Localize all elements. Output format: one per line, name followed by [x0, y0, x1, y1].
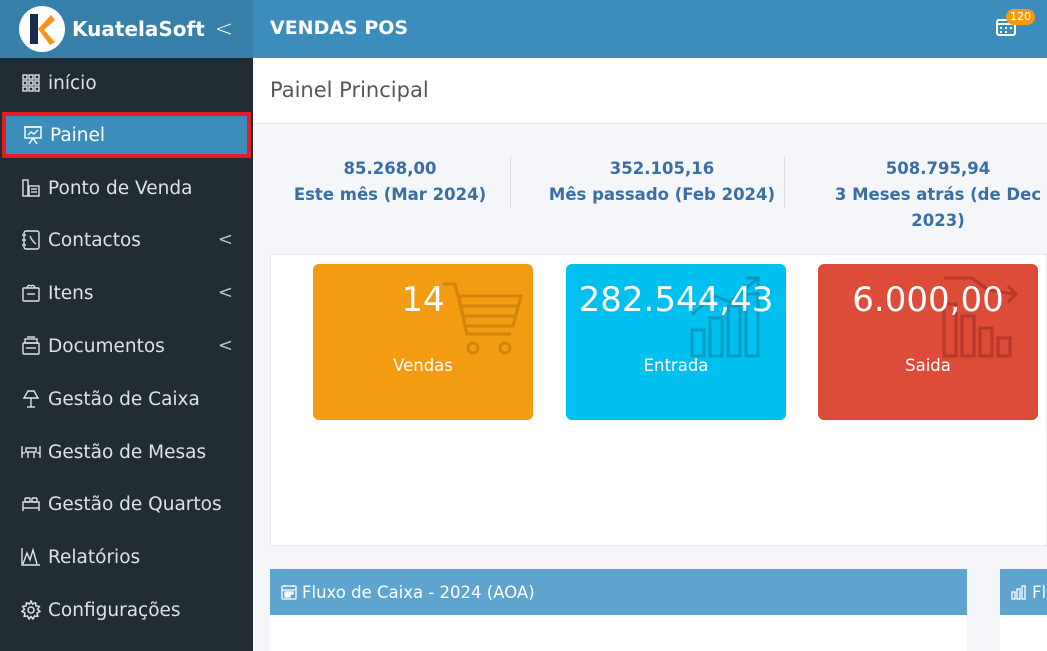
- logo-k-icon: [30, 14, 55, 45]
- content-header: Painel Principal: [253, 58, 1047, 124]
- second-box-header: Fl: [1000, 569, 1047, 615]
- stat-label: 2023): [911, 211, 965, 230]
- stat-label: Mês passado (Feb 2024): [548, 185, 776, 204]
- sidebar-toggle-chevron-icon[interactable]: <: [215, 17, 233, 42]
- sidebar: início Painel Ponto de Venda Contactos <…: [0, 58, 253, 651]
- presentation-icon: [22, 124, 44, 146]
- chart-icon: [20, 546, 42, 568]
- period-stats: 85.268,00 Este mês (Mar 2024) 352.105,16…: [270, 142, 1047, 252]
- stat-value: 352.105,16: [609, 159, 715, 178]
- stat-three-months: 508.795,94 3 Meses atrás (de Dec 2023): [804, 156, 1047, 234]
- sidebar-item-label: Relatórios: [48, 546, 141, 568]
- stat-label: 3 Meses atrás (de Dec: [834, 185, 1042, 204]
- stat-label: Este mês (Mar 2024): [293, 185, 487, 204]
- calendar-icon: [281, 585, 297, 600]
- sidebar-item-ponto-de-venda[interactable]: Ponto de Venda: [0, 165, 253, 211]
- tile-label: Entrada: [643, 356, 709, 375]
- page-title: Painel Principal: [270, 78, 429, 102]
- sidebar-item-label: Documentos: [48, 335, 165, 357]
- tile-value: 14: [401, 280, 445, 320]
- cash-flow-box-header: Fluxo de Caixa - 2024 (AOA): [270, 569, 967, 615]
- sidebar-item-label: Gestão de Quartos: [48, 493, 222, 515]
- tiles-panel: 14 Vendas 282.544,43 Entrada 6.000,00 Sa…: [270, 254, 1047, 546]
- sidebar-item-label: Painel: [50, 124, 106, 146]
- sidebar-item-itens[interactable]: Itens <: [0, 270, 253, 316]
- sidebar-item-label: Configurações: [48, 599, 181, 621]
- tile-saida[interactable]: 6.000,00 Saida: [818, 264, 1038, 420]
- sidebar-item-gestao-de-quartos[interactable]: Gestão de Quartos: [0, 481, 253, 527]
- main-content: Painel Principal 85.268,00 Este mês (Mar…: [253, 58, 1047, 651]
- tile-entrada[interactable]: 282.544,43 Entrada: [566, 264, 786, 420]
- tile-label: Saida: [905, 356, 951, 375]
- lamp-icon: [20, 388, 42, 410]
- brand[interactable]: KuatelaSoft <: [0, 0, 253, 58]
- tables-icon: [20, 441, 42, 463]
- sidebar-item-label: Contactos: [48, 229, 141, 251]
- sidebar-item-painel[interactable]: Painel: [2, 112, 251, 158]
- notification-badge: 120: [1006, 9, 1035, 25]
- sidebar-item-label: Ponto de Venda: [48, 177, 193, 199]
- sidebar-item-label: Gestão de Mesas: [48, 441, 207, 463]
- cash-flow-box-title: Fluxo de Caixa - 2024 (AOA): [302, 582, 535, 602]
- documents-icon: [20, 335, 42, 357]
- sidebar-item-documentos[interactable]: Documentos <: [0, 323, 253, 369]
- second-box-body: [1000, 615, 1047, 651]
- chevron-left-icon: <: [217, 229, 233, 250]
- logo: [19, 6, 65, 52]
- sidebar-item-contactos[interactable]: Contactos <: [0, 217, 253, 263]
- contact-book-icon: [20, 229, 42, 251]
- stat-last-month: 352.105,16 Mês passado (Feb 2024): [540, 156, 784, 208]
- sidebar-item-label: início: [48, 72, 97, 94]
- box-icon: [20, 282, 42, 304]
- second-box-title: Fl: [1032, 582, 1047, 602]
- sidebar-item-label: Gestão de Caixa: [48, 388, 200, 410]
- divider: [784, 156, 785, 208]
- stat-value: 85.268,00: [343, 159, 437, 178]
- sidebar-item-gestao-de-caixa[interactable]: Gestão de Caixa: [0, 376, 253, 422]
- sidebar-item-gestao-de-mesas[interactable]: Gestão de Mesas: [0, 429, 253, 475]
- bed-icon: [20, 493, 42, 515]
- tile-vendas[interactable]: 14 Vendas: [313, 264, 533, 420]
- top-header: KuatelaSoft < VENDAS POS 120: [0, 0, 1047, 58]
- sidebar-item-configuracoes[interactable]: Configurações: [0, 587, 253, 633]
- cash-flow-box-body: [270, 615, 967, 651]
- chevron-left-icon: <: [217, 335, 233, 356]
- stat-this-month: 85.268,00 Este mês (Mar 2024): [270, 156, 510, 208]
- gear-icon: [20, 599, 42, 621]
- sidebar-item-relatorios[interactable]: Relatórios: [0, 534, 253, 580]
- sidebar-item-label: Itens: [48, 282, 94, 304]
- chevron-left-icon: <: [217, 282, 233, 303]
- pos-terminal-icon: [20, 177, 42, 199]
- stat-value: 508.795,94: [885, 159, 991, 178]
- tile-value: 282.544,43: [578, 280, 774, 320]
- tile-value: 6.000,00: [852, 280, 1004, 320]
- tile-label: Vendas: [393, 356, 453, 375]
- sidebar-item-inicio[interactable]: início: [0, 60, 253, 106]
- divider: [510, 156, 511, 208]
- bar-chart-icon: [1011, 585, 1026, 600]
- app-title: VENDAS POS: [270, 17, 409, 39]
- brand-name: KuatelaSoft: [72, 17, 205, 41]
- dashboard-grid-icon: [20, 72, 42, 94]
